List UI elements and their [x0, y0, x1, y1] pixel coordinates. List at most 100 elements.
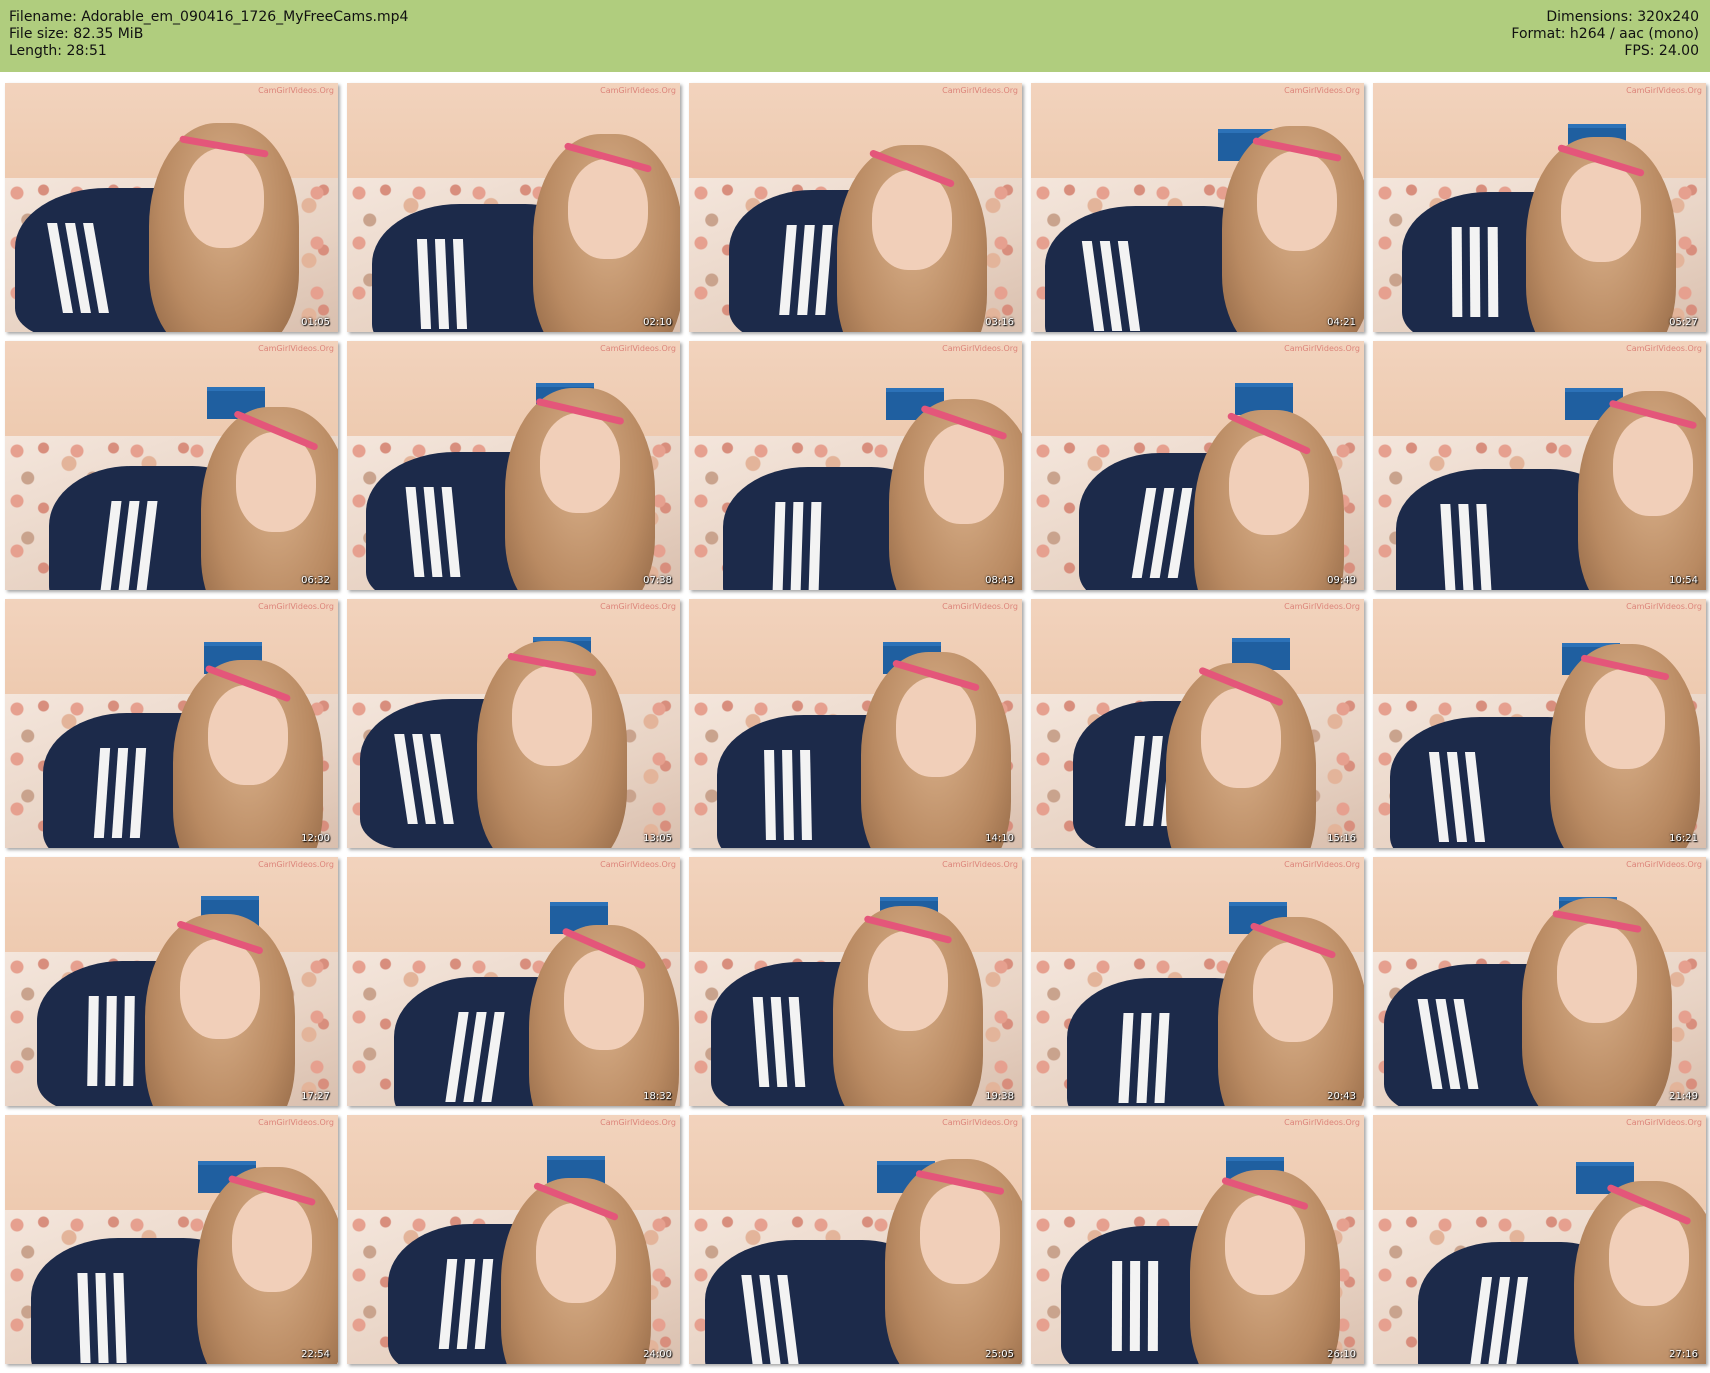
thumbnail-frame-image: [689, 1115, 1022, 1364]
timestamp-label: 05:27: [1669, 317, 1698, 328]
timestamp-label: 01:05: [301, 317, 330, 328]
timestamp-label: 02:10: [643, 317, 672, 328]
thumbnail-frame-image: [347, 341, 680, 590]
thumbnail-frame-image: [5, 1115, 338, 1364]
thumbnail-frame-image: [1031, 1115, 1364, 1364]
thumbnail-frame-image: [347, 1115, 680, 1364]
thumbnail-frame-image: [1373, 341, 1706, 590]
thumbnail-frame-image: [5, 599, 338, 848]
watermark-text: CamGirlVideos.Org: [1626, 86, 1702, 95]
thumbnail-frame-image: [5, 83, 338, 332]
watermark-text: CamGirlVideos.Org: [942, 86, 1018, 95]
video-thumbnail: CamGirlVideos.Org 12:00: [5, 599, 338, 848]
timestamp-label: 04:21: [1327, 317, 1356, 328]
length-text: Length: 28:51: [9, 43, 107, 59]
watermark-text: CamGirlVideos.Org: [600, 344, 676, 353]
timestamp-label: 03:16: [985, 317, 1014, 328]
video-thumbnail: CamGirlVideos.Org 03:16: [689, 83, 1022, 332]
thumbnail-frame-image: [1031, 341, 1364, 590]
video-thumbnail: CamGirlVideos.Org 19:38: [689, 857, 1022, 1106]
format-text: Format: h264 / aac (mono): [1511, 26, 1699, 42]
fps-text: FPS: 24.00: [1624, 43, 1699, 59]
thumbnail-frame-image: [1031, 83, 1364, 332]
video-thumbnail: CamGirlVideos.Org 08:43: [689, 341, 1022, 590]
info-right: Dimensions: 320x240 Format: h264 / aac (…: [1511, 9, 1699, 60]
watermark-text: CamGirlVideos.Org: [1626, 344, 1702, 353]
timestamp-label: 20:43: [1327, 1091, 1356, 1102]
timestamp-label: 12:00: [301, 833, 330, 844]
timestamp-label: 25:05: [985, 1349, 1014, 1360]
video-thumbnail: CamGirlVideos.Org 04:21: [1031, 83, 1364, 332]
timestamp-label: 13:05: [643, 833, 672, 844]
thumbnail-frame-image: [1373, 1115, 1706, 1364]
watermark-text: CamGirlVideos.Org: [600, 602, 676, 611]
watermark-text: CamGirlVideos.Org: [1284, 602, 1360, 611]
thumbnail-frame-image: [689, 83, 1022, 332]
filename-text: Filename: Adorable_em_090416_1726_MyFree…: [9, 9, 409, 25]
watermark-text: CamGirlVideos.Org: [1626, 860, 1702, 869]
watermark-text: CamGirlVideos.Org: [258, 860, 334, 869]
watermark-text: CamGirlVideos.Org: [942, 602, 1018, 611]
thumbnail-frame-image: [5, 857, 338, 1106]
video-thumbnail: CamGirlVideos.Org 16:21: [1373, 599, 1706, 848]
thumbnail-frame-image: [5, 341, 338, 590]
timestamp-label: 14:10: [985, 833, 1014, 844]
timestamp-label: 27:16: [1669, 1349, 1698, 1360]
watermark-text: CamGirlVideos.Org: [1284, 860, 1360, 869]
timestamp-label: 16:21: [1669, 833, 1698, 844]
filesize-text: File size: 82.35 MiB: [9, 26, 144, 42]
video-thumbnail: CamGirlVideos.Org 27:16: [1373, 1115, 1706, 1364]
video-thumbnail: CamGirlVideos.Org 25:05: [689, 1115, 1022, 1364]
watermark-text: CamGirlVideos.Org: [942, 344, 1018, 353]
video-thumbnail: CamGirlVideos.Org 18:32: [347, 857, 680, 1106]
watermark-text: CamGirlVideos.Org: [600, 860, 676, 869]
video-thumbnail: CamGirlVideos.Org 07:38: [347, 341, 680, 590]
video-thumbnail: CamGirlVideos.Org 21:49: [1373, 857, 1706, 1106]
thumbnail-frame-image: [1373, 599, 1706, 848]
video-thumbnail: CamGirlVideos.Org 01:05: [5, 83, 338, 332]
timestamp-label: 22:54: [301, 1349, 330, 1360]
video-thumbnail: CamGirlVideos.Org 24:00: [347, 1115, 680, 1364]
watermark-text: CamGirlVideos.Org: [258, 86, 334, 95]
watermark-text: CamGirlVideos.Org: [942, 860, 1018, 869]
video-thumbnail: CamGirlVideos.Org 06:32: [5, 341, 338, 590]
thumbnail-frame-image: [347, 83, 680, 332]
video-thumbnail: CamGirlVideos.Org 13:05: [347, 599, 680, 848]
watermark-text: CamGirlVideos.Org: [942, 1118, 1018, 1127]
timestamp-label: 19:38: [985, 1091, 1014, 1102]
video-thumbnail: CamGirlVideos.Org 26:10: [1031, 1115, 1364, 1364]
thumbnail-frame-image: [1373, 857, 1706, 1106]
timestamp-label: 21:49: [1669, 1091, 1698, 1102]
watermark-text: CamGirlVideos.Org: [258, 344, 334, 353]
video-thumbnail: CamGirlVideos.Org 10:54: [1373, 341, 1706, 590]
timestamp-label: 17:27: [301, 1091, 330, 1102]
watermark-text: CamGirlVideos.Org: [1626, 602, 1702, 611]
watermark-text: CamGirlVideos.Org: [600, 1118, 676, 1127]
dimensions-text: Dimensions: 320x240: [1546, 9, 1699, 25]
video-thumbnail: CamGirlVideos.Org 15:16: [1031, 599, 1364, 848]
video-thumbnail: CamGirlVideos.Org 20:43: [1031, 857, 1364, 1106]
watermark-text: CamGirlVideos.Org: [1626, 1118, 1702, 1127]
video-thumbnail: CamGirlVideos.Org 14:10: [689, 599, 1022, 848]
thumbnail-frame-image: [1373, 83, 1706, 332]
timestamp-label: 10:54: [1669, 575, 1698, 586]
video-thumbnail: CamGirlVideos.Org 09:49: [1031, 341, 1364, 590]
watermark-text: CamGirlVideos.Org: [258, 602, 334, 611]
thumbnail-frame-image: [689, 599, 1022, 848]
watermark-text: CamGirlVideos.Org: [600, 86, 676, 95]
thumbnail-frame-image: [1031, 857, 1364, 1106]
video-thumbnail: CamGirlVideos.Org 02:10: [347, 83, 680, 332]
thumbnail-frame-image: [689, 857, 1022, 1106]
timestamp-label: 06:32: [301, 575, 330, 586]
thumbnail-frame-image: [347, 857, 680, 1106]
video-thumbnail: CamGirlVideos.Org 17:27: [5, 857, 338, 1106]
video-thumbnail: CamGirlVideos.Org 22:54: [5, 1115, 338, 1364]
timestamp-label: 08:43: [985, 575, 1014, 586]
thumbnail-frame-image: [347, 599, 680, 848]
timestamp-label: 09:49: [1327, 575, 1356, 586]
watermark-text: CamGirlVideos.Org: [258, 1118, 334, 1127]
watermark-text: CamGirlVideos.Org: [1284, 1118, 1360, 1127]
timestamp-label: 15:16: [1327, 833, 1356, 844]
watermark-text: CamGirlVideos.Org: [1284, 86, 1360, 95]
video-thumbnail: CamGirlVideos.Org 05:27: [1373, 83, 1706, 332]
